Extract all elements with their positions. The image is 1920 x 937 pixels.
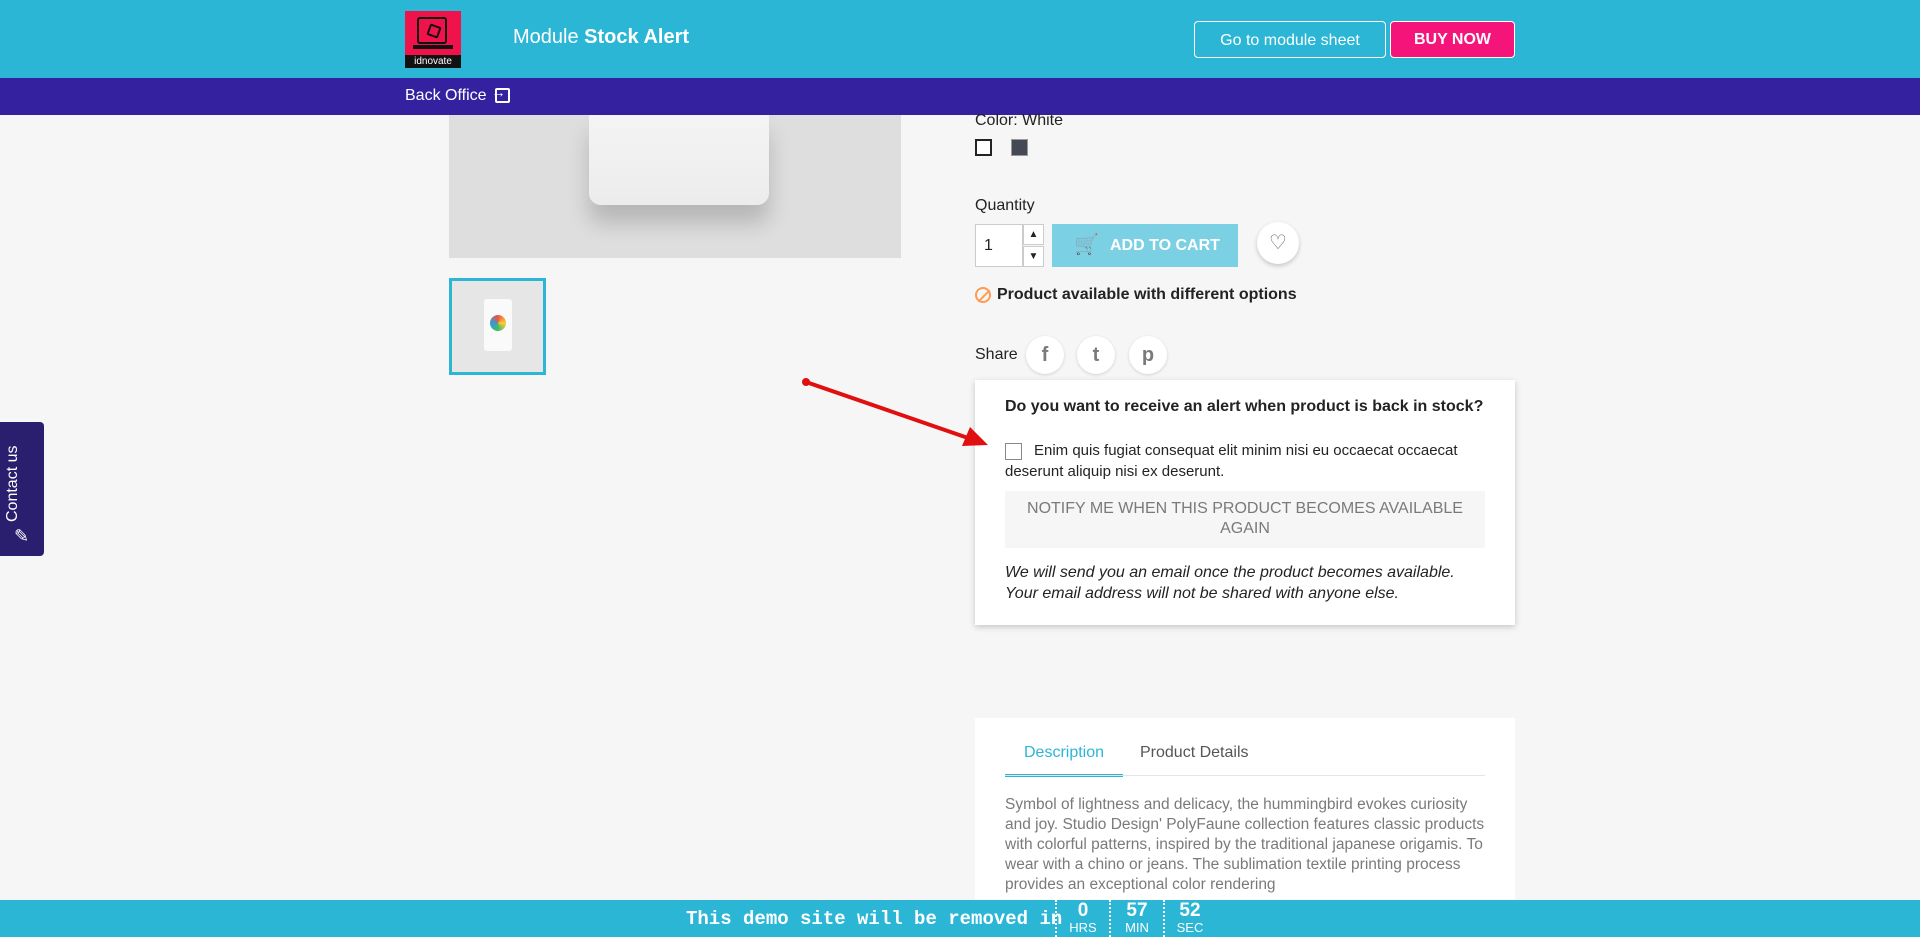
contact-us-label: Contact us xyxy=(4,445,21,522)
tab-description[interactable]: Description xyxy=(1005,744,1123,777)
annotation-arrow xyxy=(802,378,988,446)
demo-countdown-bar: This demo site will be removed in 0 HRS … xyxy=(0,900,1920,937)
pencil-icon: ✎ xyxy=(14,526,30,546)
product-tabs-panel: Description Product Details Symbol of li… xyxy=(975,718,1515,900)
arrow-tail xyxy=(802,378,810,386)
countdown-minutes: 57 MIN xyxy=(1109,900,1163,937)
description-text: Symbol of lightness and delicacy, the hu… xyxy=(1005,796,1485,893)
countdown-seconds: 52 SEC xyxy=(1163,900,1215,937)
arrow-shaft xyxy=(804,380,970,440)
tab-product-details[interactable]: Product Details xyxy=(1140,744,1249,762)
demo-removal-text: This demo site will be removed in xyxy=(686,908,1063,930)
contact-us-tab[interactable]: Contact us ✎ xyxy=(0,422,44,556)
countdown-hours: 0 HRS xyxy=(1055,900,1109,937)
